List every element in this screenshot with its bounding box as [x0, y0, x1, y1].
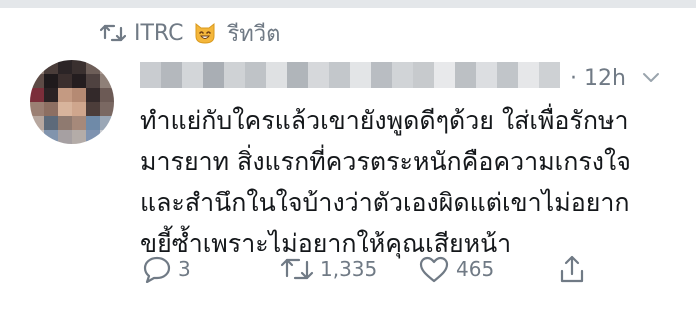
tweet-card[interactable]: ITRC รีทวีต · 12h ทำแย่กับใครแล้วเขายังพ…: [0, 8, 696, 311]
like-button[interactable]: 465: [418, 252, 494, 286]
retweet-action-label: รีทวีต: [227, 21, 281, 47]
timestamp[interactable]: · 12h: [570, 66, 626, 91]
retweet-icon: [100, 24, 126, 42]
heart-icon: [419, 256, 449, 283]
retweet-icon: [280, 258, 314, 280]
share-icon: [560, 255, 584, 283]
cat-face-emoji-icon: [195, 22, 215, 44]
chevron-down-icon[interactable]: [642, 72, 660, 84]
author-name-blurred[interactable]: [140, 62, 560, 88]
avatar[interactable]: [30, 60, 114, 144]
reply-count: 3: [178, 257, 191, 281]
retweeter-name[interactable]: ITRC: [134, 21, 183, 46]
tweet-text-line: ทำแย่กับใครแล้วเขายังพูดดีๆด้วย ใส่เพื่อ…: [140, 106, 629, 135]
tweet-text-line: มารยาท สิ่งแรกที่ควรตระหนักคือความเกรงใจ: [140, 147, 631, 176]
like-count: 465: [456, 257, 495, 281]
retweet-count: 1,335: [320, 257, 378, 281]
tweet-actions: 3 1,335 465: [142, 252, 602, 286]
retweet-context: ITRC รีทวีต: [100, 18, 280, 48]
reply-button[interactable]: 3: [142, 252, 191, 286]
top-divider: [0, 0, 696, 8]
share-button[interactable]: [558, 252, 586, 286]
tweet-meta: · 12h: [570, 64, 660, 92]
tweet-text-line: และสำนึกในใจบ้างว่าตัวเองผิดแต่เขาไม่อยา…: [140, 188, 630, 217]
retweet-button[interactable]: 1,335: [280, 252, 377, 286]
reply-bubble-icon: [143, 256, 171, 283]
tweet-text: ทำแย่กับใครแล้วเขายังพูดดีๆด้วย ใส่เพื่อ…: [140, 100, 670, 264]
